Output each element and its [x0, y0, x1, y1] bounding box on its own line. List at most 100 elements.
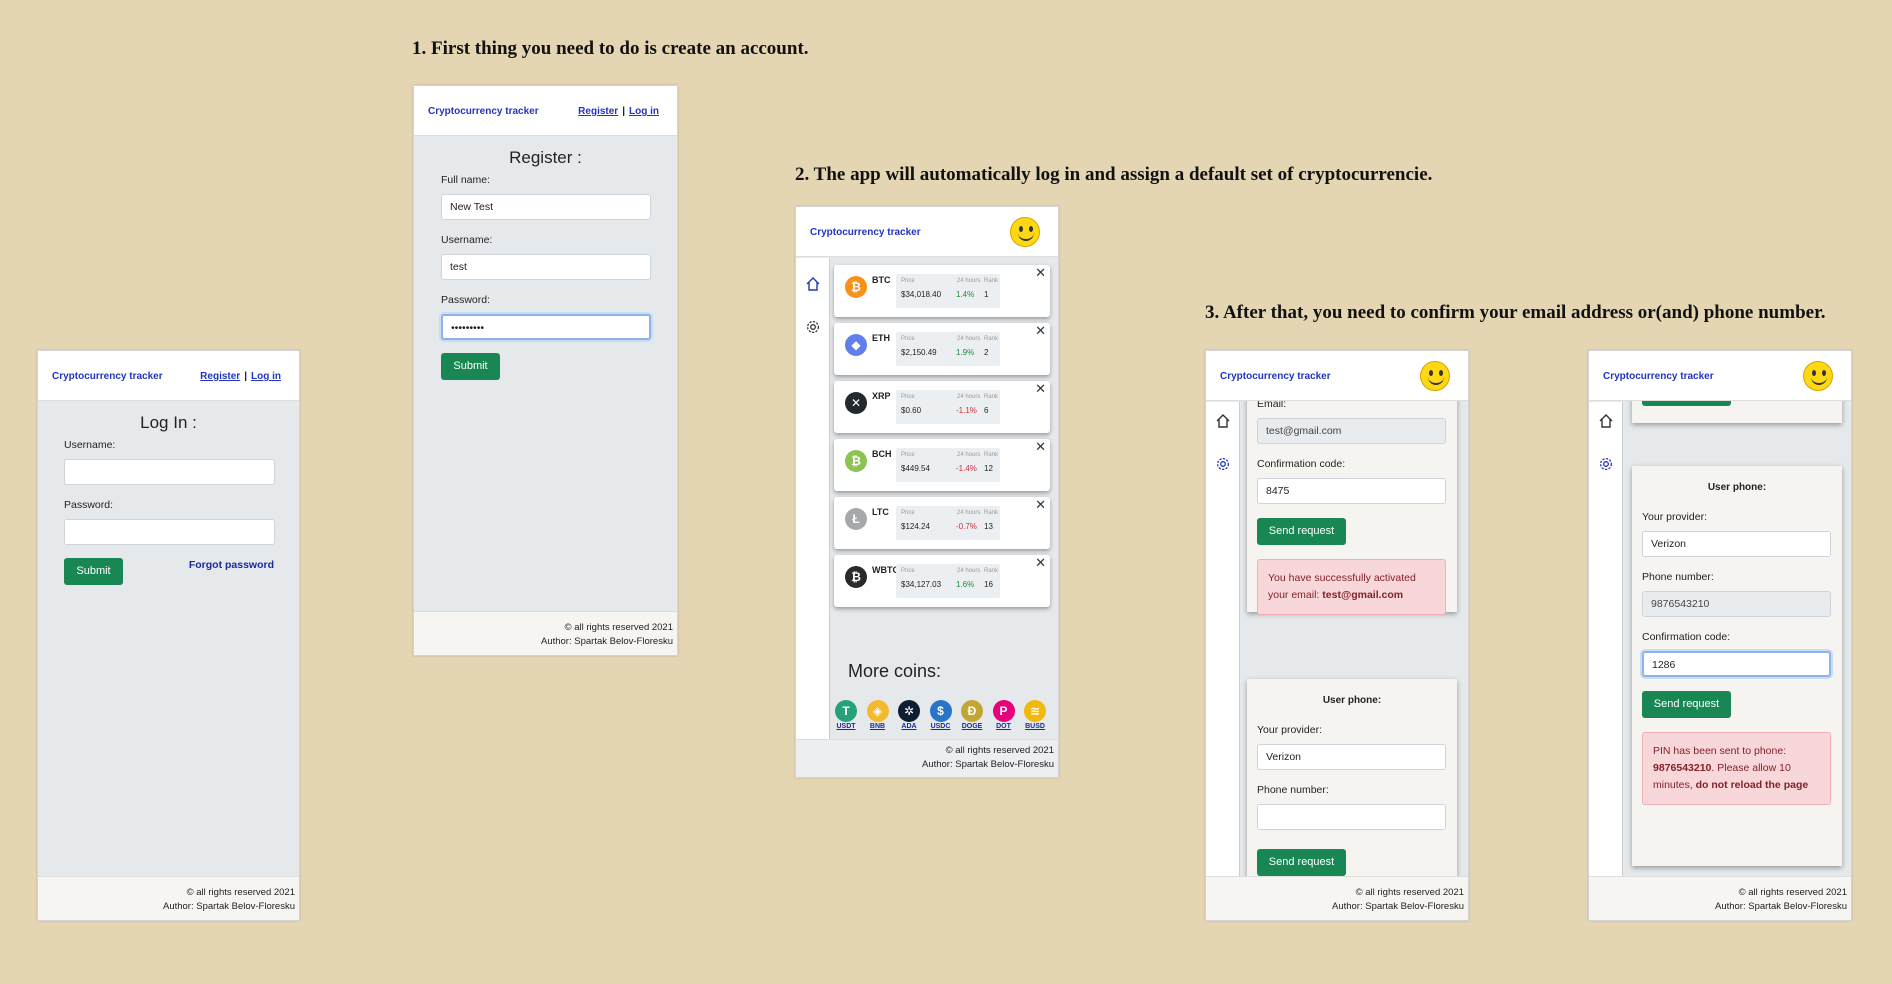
username-input[interactable]: [64, 459, 275, 485]
gear-icon[interactable]: [1215, 456, 1231, 472]
copyright-text: © all rights reserved 2021: [945, 745, 1054, 756]
send-request-button[interactable]: Send request: [1642, 691, 1731, 718]
gear-icon[interactable]: [805, 319, 821, 335]
app-footer: © all rights reserved 2021 Author: Spart…: [414, 611, 677, 655]
close-icon[interactable]: ✕: [1035, 382, 1046, 395]
register-link[interactable]: Register: [578, 106, 618, 117]
more-coin-item[interactable]: ≋ BUSD: [1024, 700, 1046, 730]
author-text: Author: Spartak Belov-Floresku: [540, 636, 673, 647]
coin-price: $449.54: [901, 464, 930, 473]
confirmation-code-label: Confirmation code:: [1642, 631, 1731, 643]
phone-number-input[interactable]: 9876543210: [1642, 591, 1831, 617]
email-input[interactable]: test@gmail.com: [1257, 418, 1446, 444]
more-coin-symbol[interactable]: BNB: [867, 723, 889, 730]
coin-price: $0.60: [901, 406, 922, 415]
coin-card[interactable]: Ł LTC ✕ Price 24 hours Rank $124.24 -0.7% 13: [834, 497, 1050, 549]
close-icon[interactable]: ✕: [1035, 498, 1046, 511]
coin-logo-icon: Ł: [845, 508, 867, 530]
provider-select[interactable]: Verizon: [1257, 744, 1446, 770]
coin-logo-icon: ₿: [845, 566, 867, 588]
fullname-input[interactable]: New Test: [441, 194, 651, 220]
more-coin-item[interactable]: ✲ ADA: [898, 700, 920, 730]
phone-number-input[interactable]: [1257, 804, 1446, 830]
more-coin-symbol[interactable]: USDC: [930, 723, 952, 730]
coin-rank: 1: [984, 290, 989, 299]
more-coin-item[interactable]: Ð DOGE: [961, 700, 983, 730]
home-icon[interactable]: [805, 276, 821, 292]
home-icon[interactable]: [1215, 413, 1231, 429]
user-phone-title: User phone:: [1707, 482, 1767, 493]
more-coin-item[interactable]: T USDT: [835, 700, 857, 730]
app-footer: © all rights reserved 2021 Author: Spart…: [1589, 876, 1851, 920]
close-icon[interactable]: ✕: [1035, 440, 1046, 453]
author-text: Author: Spartak Belov-Floresku: [921, 759, 1054, 770]
coin-card[interactable]: ₿ BTC ✕ Price 24 hours Rank $34,018.40 1.4% 1: [834, 265, 1050, 317]
username-input[interactable]: test: [441, 254, 651, 280]
coin-card[interactable]: ₿ BCH ✕ Price 24 hours Rank $449.54 -1.4% 12: [834, 439, 1050, 491]
sidebar: [1206, 402, 1240, 920]
coin-change: 1.6%: [956, 580, 975, 589]
home-icon[interactable]: [1598, 413, 1614, 429]
more-coin-symbol[interactable]: DOT: [993, 723, 1015, 730]
forgot-password-link[interactable]: Forgot password: [189, 559, 274, 571]
app-brand-link[interactable]: Cryptocurrency tracker: [52, 371, 163, 382]
price-header: Price: [901, 336, 915, 342]
submit-button[interactable]: Submit: [64, 558, 123, 585]
more-coin-item[interactable]: ◈ BNB: [866, 700, 889, 730]
user-avatar-smiley-icon[interactable]: [1803, 361, 1833, 391]
coin-card[interactable]: ✕ XRP ✕ Price 24 hours Rank $0.60 -1.1% 6: [834, 381, 1050, 433]
register-title: Register :: [509, 148, 582, 167]
close-icon[interactable]: ✕: [1035, 324, 1046, 337]
coin-rank: 16: [984, 580, 993, 589]
password-input[interactable]: [64, 519, 275, 545]
send-request-button[interactable]: Send request: [1257, 849, 1346, 876]
app-brand-link[interactable]: Cryptocurrency tracker: [1603, 371, 1714, 382]
more-coin-symbol[interactable]: DOGE: [961, 723, 983, 730]
coin-rank: 13: [984, 522, 993, 531]
register-link[interactable]: Register: [200, 371, 240, 382]
coin-logo-icon: P: [992, 700, 1015, 722]
price-header: Price: [901, 452, 915, 458]
confirm-email-screen: Email: test@gmail.com Confirmation code:…: [1205, 350, 1469, 921]
coin-stats: Price 24 hours Rank $34,127.03 1.6% 16: [896, 564, 1000, 598]
email-panel: Email: test@gmail.com Confirmation code:…: [1247, 381, 1457, 615]
coin-change: -1.4%: [956, 464, 977, 473]
coin-logo-icon: ₿: [845, 276, 867, 298]
login-link[interactable]: Log in: [251, 371, 281, 382]
close-icon[interactable]: ✕: [1035, 266, 1046, 279]
send-request-button[interactable]: Send request: [1257, 518, 1346, 545]
more-coin-item[interactable]: P DOT: [992, 700, 1015, 730]
more-coin-symbol[interactable]: USDT: [835, 723, 857, 730]
more-coin-symbol[interactable]: ADA: [898, 723, 920, 730]
app-brand-link[interactable]: Cryptocurrency tracker: [810, 227, 921, 238]
login-title: Log In :: [140, 413, 197, 432]
rank-header: Rank: [984, 278, 999, 284]
confirmation-code-input[interactable]: 8475: [1257, 478, 1446, 504]
author-text: Author: Spartak Belov-Floresku: [1714, 901, 1847, 912]
user-avatar-smiley-icon[interactable]: [1420, 361, 1450, 391]
coin-price: $34,127.03: [901, 580, 942, 589]
submit-button[interactable]: Submit: [441, 353, 500, 380]
step-1-title: 1. First thing you need to do is create …: [412, 38, 809, 59]
close-icon[interactable]: ✕: [1035, 556, 1046, 569]
app-brand-link[interactable]: Cryptocurrency tracker: [1220, 371, 1331, 382]
confirm-phone-screen: Send request User phone: Your provider: …: [1588, 350, 1852, 921]
coin-card[interactable]: ◆ ETH ✕ Price 24 hours Rank $2,150.49 1.9% 2: [834, 323, 1050, 375]
coin-card[interactable]: ₿ WBTC ✕ Price 24 hours Rank $34,127.03 1.6% 16: [834, 555, 1050, 607]
coin-symbol: ETH: [872, 333, 890, 343]
step-3-title: 3. After that, you need to confirm your …: [1205, 302, 1826, 323]
coin-change: 1.4%: [956, 290, 975, 299]
login-link[interactable]: Log in: [629, 106, 659, 117]
app-brand-link[interactable]: Cryptocurrency tracker: [428, 106, 539, 117]
more-coin-symbol[interactable]: BUSD: [1024, 723, 1046, 730]
coin-change: -0.7%: [956, 522, 977, 531]
gear-icon[interactable]: [1598, 456, 1614, 472]
author-text: Author: Spartak Belov-Floresku: [1331, 901, 1464, 912]
password-label: Password:: [64, 499, 114, 511]
user-avatar-smiley-icon[interactable]: [1010, 217, 1040, 247]
provider-select[interactable]: Verizon: [1642, 531, 1831, 557]
password-input[interactable]: •••••••••: [441, 314, 651, 340]
more-coin-item[interactable]: $ USDC: [929, 700, 952, 730]
app-header: Cryptocurrency tracker Register | Log in: [414, 86, 677, 136]
confirmation-code-input[interactable]: 1286: [1642, 651, 1831, 677]
